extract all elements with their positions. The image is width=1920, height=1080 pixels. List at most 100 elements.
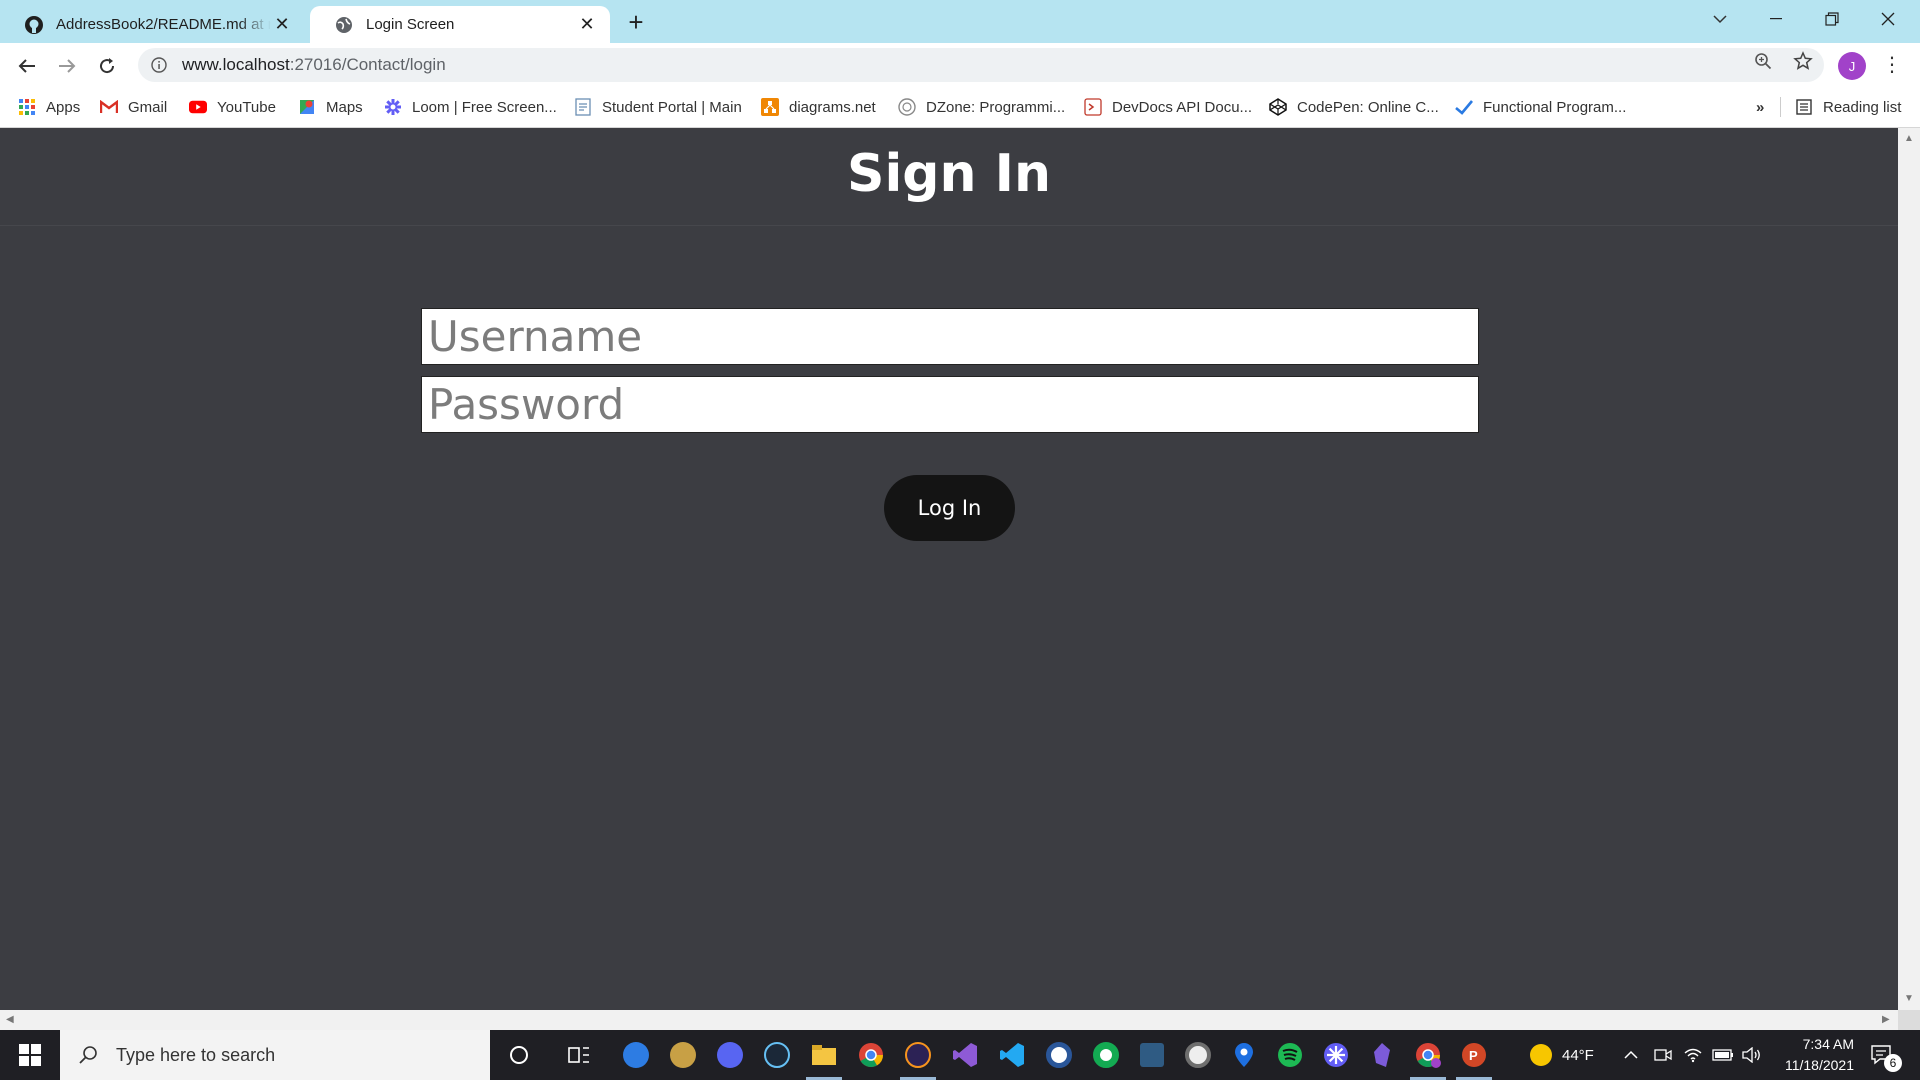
codepen-icon [1269, 98, 1287, 116]
file-explorer-icon[interactable] [808, 1039, 840, 1071]
bookmark-codepen[interactable]: CodePen: Online C... [1269, 96, 1439, 118]
scroll-up-icon[interactable]: ▲ [1904, 134, 1914, 144]
info-icon[interactable] [150, 56, 168, 74]
scroll-right-icon[interactable]: ▶ [1882, 1015, 1892, 1025]
gmail-icon [100, 98, 118, 116]
mongodb-icon[interactable] [1090, 1039, 1122, 1071]
clock-date: 11/18/2021 [1784, 1057, 1854, 1073]
taskbar-clock[interactable]: 7:34 AM 11/18/2021 [1764, 1034, 1854, 1076]
bookmark-label: Maps [326, 98, 363, 116]
bookmark-functional-programming[interactable]: Functional Program... [1455, 96, 1626, 118]
visual-studio-icon[interactable] [949, 1039, 981, 1071]
taskbar-search[interactable]: Type here to search [60, 1030, 490, 1080]
bookmark-star-icon[interactable] [1792, 50, 1814, 72]
paint-3d-icon[interactable] [620, 1039, 652, 1071]
obsidian-icon[interactable] [1366, 1039, 1398, 1071]
notification-count: 6 [1884, 1054, 1902, 1072]
address-bar[interactable]: www.localhost:27016/Contact/login [138, 48, 1824, 82]
devdocs-icon [1084, 98, 1102, 116]
close-tab-icon[interactable]: ✕ [576, 14, 598, 36]
clock-time: 7:34 AM [1802, 1036, 1854, 1052]
tab-github-readme[interactable]: AddressBook2/README.md at main ✕ [0, 6, 305, 43]
bookmark-label: Gmail [128, 98, 168, 116]
taskbar-search-placeholder: Type here to search [116, 1044, 276, 1065]
new-tab-button[interactable]: + [622, 9, 650, 37]
bookmark-diagrams[interactable]: diagrams.net [761, 96, 876, 118]
profile-avatar[interactable]: J [1838, 52, 1866, 80]
weather-widget[interactable]: 44°F [1530, 1030, 1594, 1080]
restore-button[interactable] [1804, 0, 1860, 38]
bookmark-label: CodePen: Online C... [1297, 98, 1439, 116]
tab-title: Login Screen [366, 16, 455, 33]
bookmark-loom[interactable]: Loom | Free Screen... [384, 96, 557, 118]
horizontal-scrollbar[interactable]: ◀ ▶ [0, 1010, 1898, 1030]
notifications-icon[interactable]: 6 [1870, 1030, 1902, 1080]
chrome-profile-icon[interactable] [1412, 1039, 1444, 1071]
spotify-icon[interactable] [1274, 1039, 1306, 1071]
cortana-icon[interactable] [503, 1039, 535, 1071]
browser-menu-icon[interactable]: ⋮ [1882, 52, 1902, 80]
tab-strip: AddressBook2/README.md at main ✕ Login S… [0, 0, 1920, 43]
bookmark-apps[interactable]: Apps [18, 96, 80, 118]
bookmark-label: Apps [46, 98, 81, 116]
login-button[interactable]: Log In [884, 475, 1015, 541]
back-button[interactable] [12, 51, 42, 81]
task-view-icon[interactable] [563, 1039, 595, 1071]
bookmark-youtube[interactable]: YouTube [189, 96, 276, 118]
document-icon [574, 98, 592, 116]
tab-login-screen[interactable]: Login Screen ✕ [310, 6, 610, 43]
scroll-down-icon[interactable]: ▼ [1904, 994, 1914, 1004]
url-path: :27016/Contact/login [289, 55, 446, 74]
tab-search-icon[interactable] [1692, 0, 1748, 38]
more-bookmarks-button[interactable]: » [1756, 96, 1764, 118]
bookmark-student-portal[interactable]: Student Portal | Main [574, 96, 742, 118]
bookmarks-divider [1780, 97, 1781, 117]
bookmark-label: YouTube [217, 98, 276, 116]
loom-app-icon[interactable] [1320, 1039, 1352, 1071]
bookmark-devdocs[interactable]: DevDocs API Docu... [1084, 96, 1252, 118]
battery-icon[interactable] [1712, 1030, 1734, 1080]
github-desktop-icon[interactable] [1182, 1039, 1214, 1071]
app-w-icon[interactable] [1043, 1039, 1075, 1071]
steam-icon[interactable] [761, 1039, 793, 1071]
bookmark-label: Loom | Free Screen... [412, 98, 557, 116]
username-input[interactable] [421, 308, 1479, 365]
league-of-legends-icon[interactable] [667, 1039, 699, 1071]
zoom-icon[interactable] [1752, 50, 1774, 72]
close-tab-icon[interactable]: ✕ [271, 14, 293, 36]
youtube-icon [189, 98, 207, 116]
scroll-left-icon[interactable]: ◀ [6, 1015, 16, 1025]
check-icon [1455, 98, 1473, 116]
wifi-icon[interactable] [1684, 1030, 1702, 1080]
dzone-icon [898, 98, 916, 116]
bookmark-gmail[interactable]: Gmail [100, 96, 167, 118]
password-input[interactable] [421, 376, 1479, 433]
minimize-button[interactable] [1748, 0, 1804, 38]
eclipse-icon[interactable] [902, 1039, 934, 1071]
vertical-scrollbar[interactable]: ▲ ▼ [1898, 128, 1920, 1010]
bookmark-label: DZone: Programmi... [926, 98, 1066, 116]
mysql-workbench-icon[interactable] [1136, 1039, 1168, 1071]
bookmark-label: Functional Program... [1483, 98, 1627, 116]
meet-now-icon[interactable] [1654, 1030, 1672, 1080]
start-button[interactable] [0, 1030, 60, 1080]
bookmark-label: diagrams.net [789, 98, 876, 116]
forward-button[interactable] [52, 51, 82, 81]
scrollbar-corner [1898, 1010, 1920, 1030]
maps-icon [298, 98, 316, 116]
bookmark-maps[interactable]: Maps [298, 96, 363, 118]
url-text: www.localhost:27016/Contact/login [182, 55, 446, 75]
reading-list-label: Reading list [1823, 98, 1902, 116]
show-hidden-icons-icon[interactable] [1624, 1030, 1638, 1080]
close-window-button[interactable] [1860, 0, 1916, 38]
chrome-icon[interactable] [855, 1039, 887, 1071]
reading-list-button[interactable]: Reading list [1795, 96, 1901, 118]
svg-text:P: P [1469, 1048, 1478, 1063]
bookmark-dzone[interactable]: DZone: Programmi... [898, 96, 1065, 118]
maps-pin-icon[interactable] [1228, 1039, 1260, 1071]
volume-icon[interactable] [1742, 1030, 1762, 1080]
powerpoint-icon[interactable]: P [1458, 1039, 1490, 1071]
vscode-icon[interactable] [996, 1039, 1028, 1071]
reload-button[interactable] [92, 51, 122, 81]
discord-icon[interactable] [714, 1039, 746, 1071]
